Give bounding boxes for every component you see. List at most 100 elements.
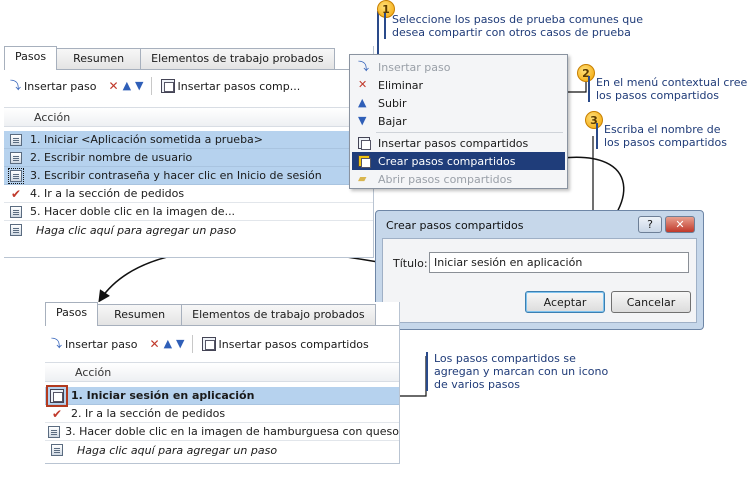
action-column-header[interactable]: Acción	[45, 362, 399, 382]
menu-item-open-shared-steps[interactable]: ▰ Abrir pasos compartidos	[352, 170, 565, 188]
create-shared-steps-icon	[358, 155, 371, 170]
steps-panel-bottom: Pasos Resumen Elementos de trabajo proba…	[45, 302, 400, 464]
tab-tested-work-items[interactable]: Elementos de trabajo probados	[140, 48, 335, 70]
step-text: 2. Escribir nombre de usuario	[30, 151, 193, 164]
insert-step-label: Insertar paso	[65, 337, 138, 351]
context-menu: ⤵ Insertar paso ✕ Eliminar ▲ Subir ▼ Baj…	[349, 54, 568, 189]
steps-toolbar: ⤵ Insertar paso ✕ ▲ ▼ Insertar pasos com…	[45, 332, 399, 356]
add-step-row[interactable]: Haga clic aquí para agregar un paso	[45, 441, 399, 459]
tab-summary[interactable]: Resumen	[56, 48, 142, 70]
move-down-icon[interactable]: ▼	[135, 80, 143, 92]
step-text: 5. Hacer doble clic en la imagen de...	[30, 205, 236, 218]
menu-item-label: Insertar paso	[378, 60, 451, 74]
insert-shared-steps-button[interactable]: Insertar pasos comp...	[159, 79, 303, 93]
callout-1: Seleccione los pasos de prueba comunes q…	[384, 13, 643, 39]
callout-1-line2: desea compartir con otros casos de prueb…	[392, 26, 631, 39]
menu-item-insert-step[interactable]: ⤵ Insertar paso	[352, 58, 565, 76]
menu-item-delete[interactable]: ✕ Eliminar	[352, 76, 565, 94]
callout-4-line2: agregan y marcan con un icono	[434, 365, 609, 378]
steps-toolbar: ⤵ Insertar paso ✕ ▲ ▼ Insertar pasos com…	[4, 74, 373, 98]
callout-2-line2: los pasos compartidos	[596, 89, 719, 102]
toolbar-separator	[150, 77, 152, 95]
shared-steps-icon	[358, 137, 371, 152]
callout-3: Escriba el nombre de los pasos compartid…	[596, 123, 727, 149]
step-icon	[10, 151, 22, 164]
insert-shared-steps-label: Insertar pasos compartidos	[218, 337, 369, 351]
insert-step-label: Insertar paso	[24, 79, 97, 93]
toolbar-separator	[191, 335, 193, 353]
menu-item-label: Abrir pasos compartidos	[378, 172, 513, 186]
callout-2: En el menú contextual cree los pasos com…	[588, 76, 747, 102]
callout-3-line1: Escriba el nombre de	[604, 123, 721, 136]
menu-item-label: Bajar	[378, 114, 407, 128]
ok-button[interactable]: Aceptar	[525, 291, 605, 313]
delete-step-icon[interactable]: ✕	[150, 338, 160, 350]
insert-shared-steps-button[interactable]: Insertar pasos compartidos	[200, 337, 371, 351]
tab-tested-work-items[interactable]: Elementos de trabajo probados	[181, 304, 376, 326]
menu-item-move-down[interactable]: ▼ Bajar	[352, 112, 565, 130]
close-button[interactable]: ✕	[665, 216, 695, 233]
menu-item-insert-shared-steps[interactable]: Insertar pasos compartidos	[352, 134, 565, 152]
title-label: Título:	[393, 257, 428, 270]
step-text: 3. Escribir contraseña y hacer clic en I…	[30, 169, 322, 182]
create-shared-steps-dialog: Crear pasos compartidos ? ✕ Título: Inic…	[375, 210, 704, 330]
menu-separator	[376, 132, 563, 133]
shared-steps-icon	[201, 337, 216, 351]
tab-steps[interactable]: Pasos	[4, 46, 58, 70]
menu-item-label: Subir	[378, 96, 407, 110]
step-icon	[48, 425, 61, 438]
move-up-icon[interactable]: ▲	[123, 80, 131, 92]
step-text: 3. Hacer doble clic en la imagen de hamb…	[65, 425, 399, 438]
callout-3-line2: los pasos compartidos	[604, 136, 727, 149]
step-icon	[51, 444, 63, 456]
callout-2-line1: En el menú contextual cree	[596, 76, 748, 89]
callout-1-line1: Seleccione los pasos de prueba comunes q…	[392, 13, 643, 26]
add-step-row[interactable]: Haga clic aquí para agregar un paso	[4, 221, 373, 239]
steps-panel-top: Pasos Resumen Elementos de trabajo proba…	[4, 46, 374, 258]
insert-step-icon: ⤵	[10, 79, 21, 92]
step-icon	[10, 205, 22, 218]
callout-4: Los pasos compartidos se agregan y marca…	[426, 352, 608, 391]
help-button[interactable]: ?	[638, 216, 662, 233]
insert-step-icon: ⤵	[358, 60, 369, 73]
table-row[interactable]: 2. Escribir nombre de usuario	[4, 149, 373, 167]
action-column-header[interactable]: Acción	[4, 107, 373, 127]
step-icon	[10, 133, 22, 146]
callout-4-line3: de varios pasos	[434, 378, 520, 391]
step-icon	[8, 167, 24, 184]
shared-steps-icon	[160, 79, 175, 93]
table-row[interactable]: 3. Escribir contraseña y hacer clic en I…	[4, 167, 373, 185]
add-step-placeholder: Haga clic aquí para agregar un paso	[77, 443, 278, 457]
move-up-icon[interactable]: ▲	[164, 338, 172, 350]
tab-strip: Pasos Resumen Elementos de trabajo proba…	[45, 302, 376, 326]
title-input[interactable]: Iniciar sesión en aplicación	[429, 252, 689, 273]
cancel-button[interactable]: Cancelar	[611, 291, 691, 313]
step-icon	[10, 224, 22, 236]
validation-step-icon: ✔	[10, 186, 22, 201]
dialog-body: Título: Iniciar sesión en aplicación Ace…	[382, 238, 697, 323]
step-text: 2. Ir a la sección de pedidos	[71, 407, 226, 420]
menu-item-label: Eliminar	[378, 78, 424, 92]
table-row[interactable]: 1. Iniciar sesión en aplicación	[45, 384, 399, 407]
tab-summary[interactable]: Resumen	[97, 304, 183, 326]
delete-step-icon[interactable]: ✕	[109, 80, 119, 92]
menu-item-create-shared-steps[interactable]: Crear pasos compartidos	[352, 152, 565, 170]
tab-steps[interactable]: Pasos	[45, 302, 99, 326]
move-down-icon[interactable]: ▼	[176, 338, 184, 350]
menu-item-move-up[interactable]: ▲ Subir	[352, 94, 565, 112]
table-row[interactable]: 5. Hacer doble clic en la imagen de...	[4, 203, 373, 221]
dialog-title: Crear pasos compartidos	[386, 219, 524, 232]
insert-step-button[interactable]: ⤵ Insertar paso	[8, 80, 99, 93]
shared-steps-icon	[46, 384, 68, 407]
menu-item-label: Insertar pasos compartidos	[378, 136, 529, 150]
insert-step-button[interactable]: ⤵ Insertar paso	[49, 338, 140, 351]
tab-strip: Pasos Resumen Elementos de trabajo proba…	[4, 46, 335, 70]
table-row[interactable]: ✔ 2. Ir a la sección de pedidos	[45, 405, 399, 423]
step-text: 1. Iniciar <Aplicación sometida a prueba…	[30, 133, 264, 146]
move-up-icon: ▲	[358, 96, 367, 109]
table-row[interactable]: 3. Hacer doble clic en la imagen de hamb…	[45, 423, 399, 441]
table-row[interactable]: 1. Iniciar <Aplicación sometida a prueba…	[4, 131, 373, 149]
table-row[interactable]: ✔ 4. Ir a la sección de pedidos	[4, 185, 373, 203]
validation-step-icon: ✔	[51, 406, 63, 421]
insert-shared-steps-label: Insertar pasos comp...	[177, 79, 301, 93]
